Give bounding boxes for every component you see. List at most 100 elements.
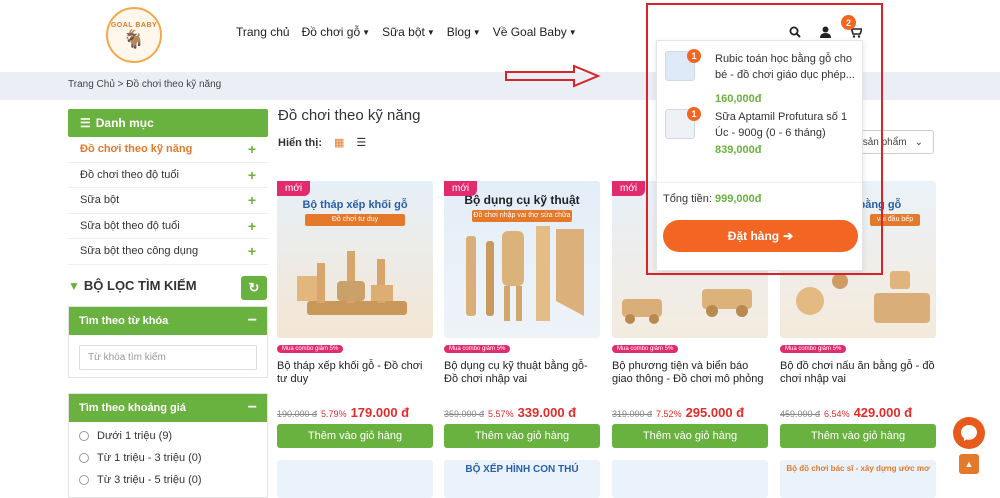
radio-button[interactable] xyxy=(79,431,89,441)
nav-home[interactable]: Trang chủ xyxy=(236,25,290,39)
combo-badge: Mua combo giảm 5% xyxy=(444,345,511,353)
category-label: Sữa bột theo công dụng xyxy=(80,245,199,258)
category-label: Sữa bột xyxy=(80,194,120,207)
keyword-search-input[interactable]: Từ khóa tìm kiếm xyxy=(79,345,257,370)
breadcrumb-separator: > xyxy=(117,79,124,90)
plus-icon[interactable]: + xyxy=(248,218,256,234)
category-label: Đồ chơi theo độ tuổi xyxy=(80,168,179,181)
category-item[interactable]: Sữa bột theo độ tuổi + xyxy=(68,213,268,239)
price-range-label: Từ 1 triệu - 3 triệu (0) xyxy=(97,452,202,464)
product-prices: 359.000 đ 5.57% 339.000 đ xyxy=(444,405,576,420)
discount-percent: 5.79% xyxy=(321,409,347,419)
add-to-cart-button[interactable]: Thêm vào giỏ hàng xyxy=(780,424,936,448)
discount-percent: 7.52% xyxy=(656,409,682,419)
chevron-down-icon: ⌄ xyxy=(914,136,923,148)
category-panel: ☰ Danh mục Đồ chơi theo kỹ năng + Đồ chơi… xyxy=(68,109,268,265)
product-prices: 459.000 đ 6.54% 429.000 đ xyxy=(780,405,912,420)
list-icon: ☰ xyxy=(80,116,91,130)
goat-logo-icon: 🐐 xyxy=(122,28,146,49)
keyword-filter-title: Tìm theo từ khóa xyxy=(79,315,169,327)
add-to-cart-button[interactable]: Thêm vào giỏ hàng xyxy=(444,424,600,448)
category-label: Đồ chơi theo kỹ năng xyxy=(80,143,193,156)
product-card-partial[interactable]: BỘ XẾP HÌNH CON THÚ xyxy=(444,460,600,498)
red-highlight-box xyxy=(646,3,883,275)
price-range-option[interactable]: Từ 3 triệu - 5 triệu (0) xyxy=(69,469,267,491)
product-image[interactable]: Bộ dụng cụ kỹ thuật Đồ chơi nhập vai thợ… xyxy=(444,181,600,338)
chevron-up-icon: ▲ xyxy=(964,459,974,469)
new-badge: mới xyxy=(444,181,478,196)
caret-down-icon: ▼ xyxy=(568,27,577,37)
category-item[interactable]: Sữa bột + xyxy=(68,188,268,214)
add-to-cart-button[interactable]: Thêm vào giỏ hàng xyxy=(612,424,768,448)
image-title: Bộ đồ chơi bác sĩ - xây dựng ước mơ xyxy=(786,464,930,473)
new-badge: mới xyxy=(612,181,646,196)
page: GOAL BABY 🐐 Trang chủ Đồ chơi gỗ ▼ Sữa bộ… xyxy=(0,0,1000,498)
back-to-top-button[interactable]: ▲ xyxy=(959,454,979,474)
radio-button[interactable] xyxy=(79,453,89,463)
nav-milk-powder-label: Sữa bột xyxy=(382,25,425,39)
list-view-icon[interactable]: ☰ xyxy=(356,136,366,149)
radio-button[interactable] xyxy=(79,475,89,485)
wooden-block-tower-illustration xyxy=(297,251,407,315)
collapse-icon[interactable]: − xyxy=(248,312,257,330)
product-prices: 319.000 đ 7.52% 295.000 đ xyxy=(612,405,744,420)
combo-badge: Mua combo giảm 5% xyxy=(780,345,847,353)
nav-about[interactable]: Về Goal Baby ▼ xyxy=(493,25,577,39)
product-name[interactable]: Bộ dụng cụ kỹ thuật bằng gỗ- Đồ chơi nhậ… xyxy=(444,360,600,386)
goal-baby-logo[interactable]: GOAL BABY 🐐 xyxy=(106,7,162,63)
product-card[interactable]: Bộ tháp xếp khối gỗ Đồ chơi tư duy mới M… xyxy=(277,175,437,455)
add-to-cart-button[interactable]: Thêm vào giỏ hàng xyxy=(277,424,433,448)
price-range-option[interactable]: Dưới 1 triệu (9) xyxy=(69,425,267,447)
nav-blog[interactable]: Blog ▼ xyxy=(447,25,481,39)
keyword-filter-header[interactable]: Tìm theo từ khóa − xyxy=(69,307,267,335)
keyword-filter-box: Tìm theo từ khóa − Từ khóa tìm kiếm xyxy=(68,306,268,378)
old-price: 319.000 đ xyxy=(612,409,653,419)
grid-view-icon[interactable]: ▦ xyxy=(334,136,344,149)
refresh-icon: ↻ xyxy=(248,280,260,295)
combo-badge: Mua combo giảm 5% xyxy=(277,345,344,353)
breadcrumb: Trang Chủ > Đồ chơi theo kỹ năng xyxy=(68,79,221,90)
price-range-option[interactable]: Từ 1 triệu - 3 triệu (0) xyxy=(69,447,267,469)
caret-down-icon: ▼ xyxy=(472,27,481,37)
product-name[interactable]: Bộ đồ chơi nấu ăn bằng gỗ - đồ chơi nhập… xyxy=(780,360,936,386)
old-price: 359.000 đ xyxy=(444,409,485,419)
plus-icon[interactable]: + xyxy=(248,167,256,183)
category-item[interactable]: Sữa bột theo công dụng + xyxy=(68,239,268,265)
price-filter-header[interactable]: Tìm theo khoảng giá − xyxy=(69,394,267,422)
nav-wooden-toys[interactable]: Đồ chơi gỗ ▼ xyxy=(302,25,371,39)
messenger-icon xyxy=(961,425,977,441)
refresh-filter-button[interactable]: ↻ xyxy=(241,276,267,300)
nav-wooden-toys-label: Đồ chơi gỗ xyxy=(301,25,361,39)
view-toggle: Hiển thị: ▦ ☰ xyxy=(278,136,366,150)
messenger-button[interactable] xyxy=(953,417,985,449)
search-filter-header: ▼ BỘ LỌC TÌM KIẾM xyxy=(68,275,268,303)
category-label: Sữa bột theo độ tuổi xyxy=(80,219,180,232)
product-card-partial[interactable]: Bộ đồ chơi bác sĩ - xây dựng ước mơ xyxy=(780,460,936,498)
plus-icon[interactable]: + xyxy=(248,192,256,208)
product-name[interactable]: Bộ tháp xếp khối gỗ - Đồ chơi tư duy xyxy=(277,360,433,386)
show-label: Hiển thị: xyxy=(278,136,322,149)
nav-home-label: Trang chủ xyxy=(236,25,290,39)
product-card-partial[interactable] xyxy=(277,460,433,498)
filter-title: BỘ LỌC TÌM KIẾM xyxy=(83,278,197,293)
breadcrumb-home[interactable]: Trang Chủ xyxy=(68,79,115,90)
product-image[interactable]: Bộ tháp xếp khối gỗ Đồ chơi tư duy xyxy=(277,181,433,338)
collapse-icon[interactable]: − xyxy=(248,399,257,417)
category-item[interactable]: Đồ chơi theo kỹ năng + xyxy=(68,137,268,163)
category-header: ☰ Danh mục xyxy=(68,109,268,137)
category-item[interactable]: Đồ chơi theo độ tuổi + xyxy=(68,162,268,188)
plus-icon[interactable]: + xyxy=(248,243,256,259)
plus-icon[interactable]: + xyxy=(248,141,256,157)
sale-price: 339.000 đ xyxy=(517,405,577,420)
sale-price: 179.000 đ xyxy=(350,405,410,420)
discount-percent: 6.54% xyxy=(824,409,850,419)
product-card-partial[interactable] xyxy=(612,460,768,498)
discount-percent: 5.57% xyxy=(488,409,514,419)
sale-price: 429.000 đ xyxy=(853,405,913,420)
product-name[interactable]: Bộ phương tiện và biển báo giao thông - … xyxy=(612,360,768,386)
sale-price: 295.000 đ xyxy=(685,405,745,420)
nav-milk-powder[interactable]: Sữa bột ▼ xyxy=(382,25,435,39)
product-card[interactable]: Bộ dụng cụ kỹ thuật Đồ chơi nhập vai thợ… xyxy=(444,175,604,455)
price-filter-title: Tìm theo khoảng giá xyxy=(79,402,186,414)
price-range-label: Dưới 1 triệu (9) xyxy=(97,430,173,442)
